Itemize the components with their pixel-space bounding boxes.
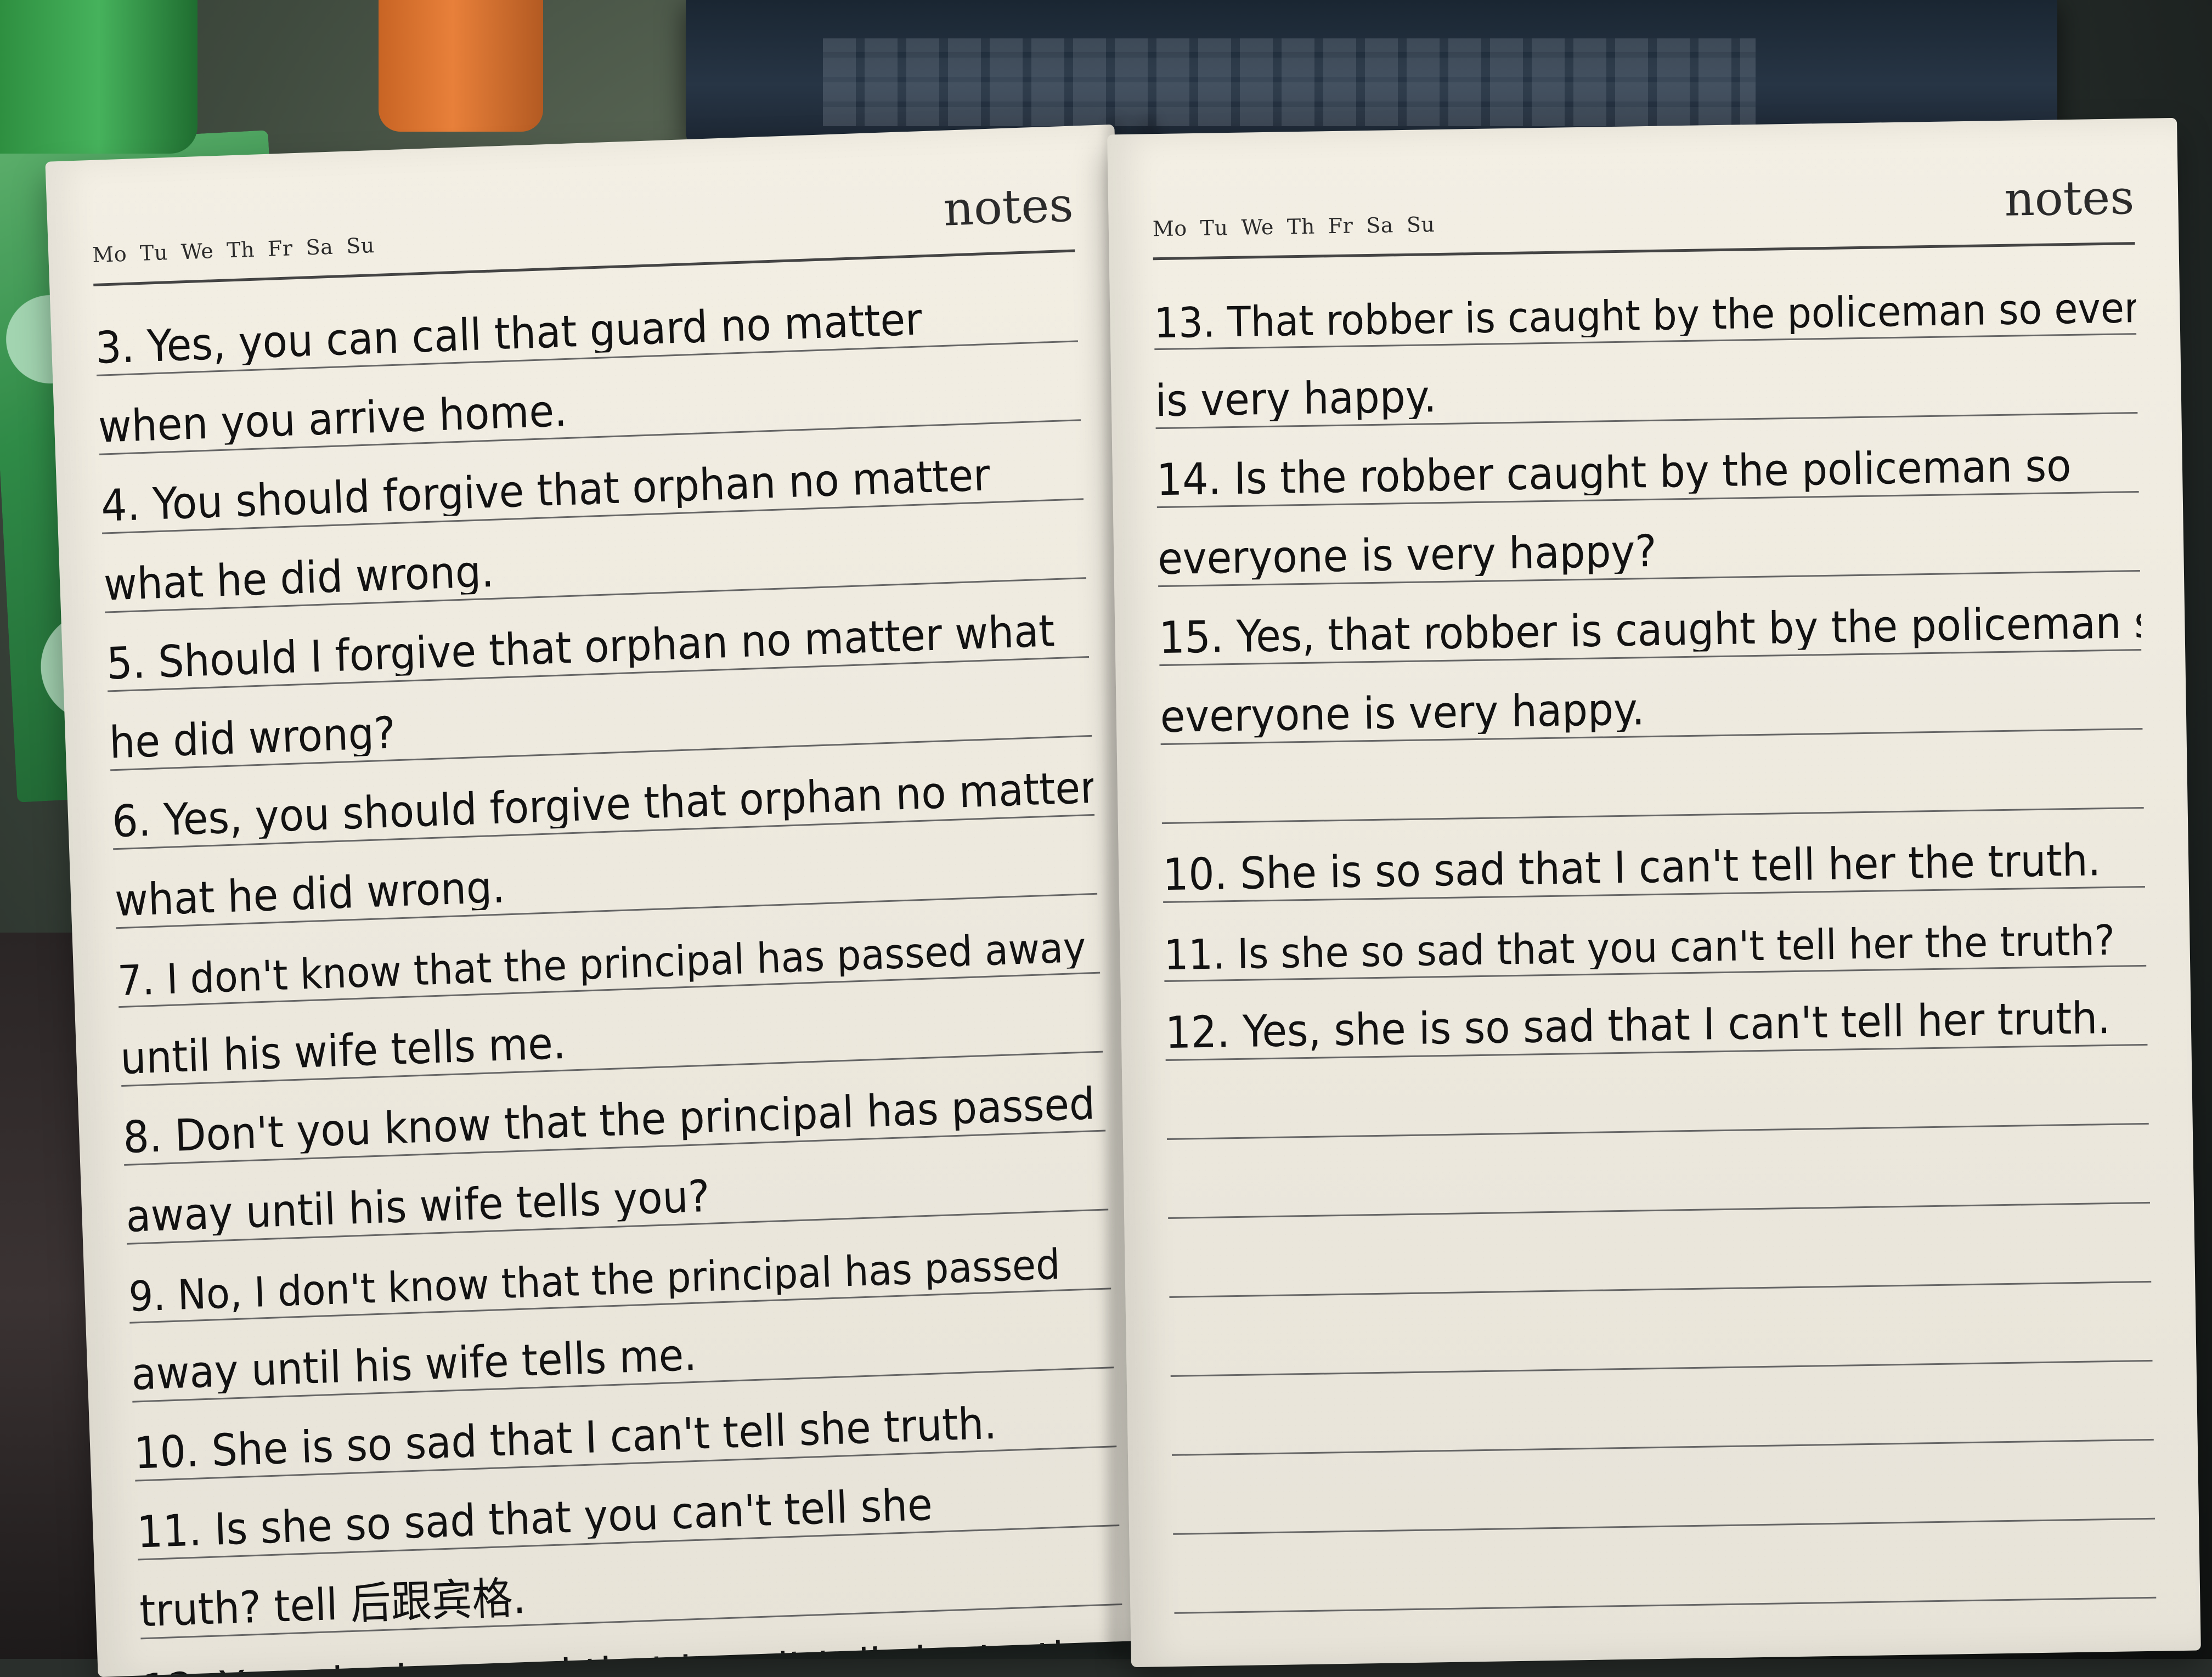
header-rule	[1153, 242, 2135, 261]
handwritten-line: 12. Yes, she is so sad that I can't tell…	[1165, 995, 2111, 1055]
handwritten-line: everyone is very happy.	[1160, 684, 1645, 739]
handwritten-line: is very happy.	[1155, 371, 1437, 424]
day-label: Mo	[92, 241, 127, 267]
ruled-line: everyone is very happy?	[1156, 493, 2140, 588]
day-label: Fr	[267, 236, 294, 261]
handwritten-line: everyone is very happy?	[1157, 526, 1657, 581]
ruled-line	[1173, 1519, 2157, 1614]
day-labels: Mo Tu We Th Fr Sa Su	[1153, 212, 1435, 241]
ruled-line: 11. Is she so sad that you can't tell he…	[1163, 887, 2147, 983]
ruled-line	[1166, 1124, 2151, 1219]
day-label: We	[180, 239, 215, 264]
day-label: Sa	[1365, 213, 1394, 238]
ruled-line: 10. She is so sad that I can't tell her …	[1161, 808, 2145, 904]
left-page-header: Mo Tu We Th Fr Sa Su notes	[90, 159, 1075, 286]
ruled-line	[1168, 1203, 2152, 1298]
ruled-line	[1165, 1045, 2149, 1140]
day-label: Su	[346, 233, 375, 258]
page-title: notes	[2004, 170, 2135, 227]
right-page: Mo Tu We Th Fr Sa Su notes 13. That robb…	[1107, 117, 2201, 1668]
day-label: We	[1241, 214, 1274, 240]
day-label: Th	[1286, 214, 1316, 239]
day-label: Fr	[1328, 213, 1353, 239]
ruled-line: everyone is very happy.	[1159, 650, 2143, 746]
ruled-line: 14. Is the robber caught by the policema…	[1155, 414, 2139, 509]
ruled-line: 12. Yes, she is so sad that I can't tell…	[1164, 966, 2148, 1061]
ruled-line	[1160, 729, 2144, 825]
handwritten-line: 12. Yes, she is so sad that I can't tell…	[142, 1634, 1093, 1677]
left-lines: 3. Yes, you can call that guard no matte…	[94, 263, 1125, 1677]
ruled-line: 13. That robber is caught by the policem…	[1153, 256, 2137, 351]
day-label: Mo	[1152, 216, 1188, 241]
day-label: Tu	[139, 240, 168, 266]
handwritten-line: 10. She is so sad that I can't tell her …	[1162, 838, 2101, 897]
handwritten-line: 15. Yes, that robber is caught by the po…	[1158, 601, 2142, 660]
ruled-line: is very happy.	[1154, 335, 2138, 430]
ruled-line: 15. Yes, that robber is caught by the po…	[1158, 572, 2142, 667]
ruled-line	[1170, 1361, 2154, 1456]
right-lines: 13. That robber is caught by the policem…	[1153, 256, 2158, 1668]
handwritten-line: 11. Is she so sad that you can't tell he…	[1164, 919, 2115, 976]
right-page-header: Mo Tu We Th Fr Sa Su notes	[1152, 151, 2135, 261]
day-label: Th	[226, 237, 255, 263]
ruled-line	[1172, 1440, 2155, 1535]
day-label: Sa	[305, 234, 334, 260]
day-label: Tu	[1200, 216, 1228, 240]
notebook: Mo Tu We Th Fr Sa Su notes 3. Yes, you c…	[0, 0, 2212, 1677]
left-page: Mo Tu We Th Fr Sa Su notes 3. Yes, you c…	[45, 124, 1167, 1677]
day-labels: Mo Tu We Th Fr Sa Su	[92, 233, 375, 267]
day-label: Su	[1406, 212, 1435, 237]
page-title: notes	[942, 177, 1074, 237]
ruled-line	[1169, 1282, 2153, 1377]
handwritten-line: 14. Is the robber caught by the policema…	[1156, 443, 2072, 502]
handwritten-line: 13. That robber is caught by the policem…	[1153, 287, 2136, 345]
